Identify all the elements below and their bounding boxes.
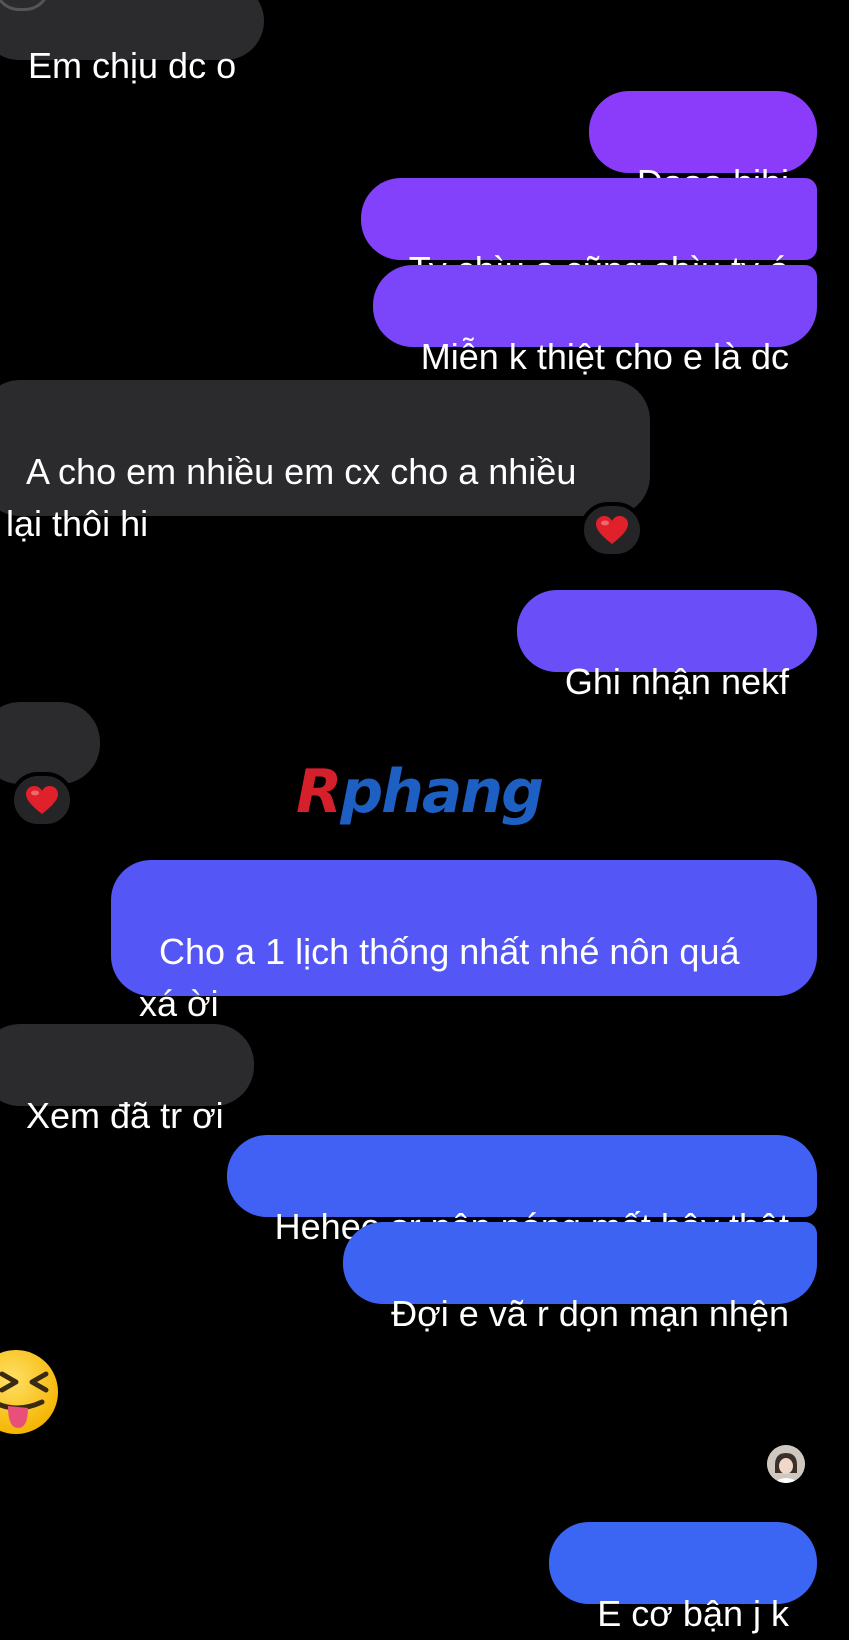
message-text: Xem đã tr ơi [26, 1095, 224, 1136]
reaction-badge[interactable] [580, 502, 644, 558]
message-sent[interactable]: Dạaa hihi [588, 91, 817, 203]
message-sent[interactable]: Ty chìu a cũng chìu ty á [360, 178, 817, 290]
message-received[interactable]: Xem đã tr ơi [0, 1024, 254, 1136]
watermark-logo: Rphang [296, 762, 544, 822]
message-text: Miễn k thiệt cho e là dc [420, 336, 789, 377]
message-received[interactable]: Em chịu dc o [0, 0, 265, 86]
heart-icon [596, 516, 628, 544]
message-text: A cho em nhiều em cx cho a nhiều lại thô… [6, 451, 577, 544]
message-sent[interactable]: Miễn k thiệt cho e là dc [372, 265, 817, 377]
message-text: E cơ bận j k [597, 1593, 789, 1634]
message-sent[interactable]: Ghi nhận nekf [516, 590, 817, 702]
heart-icon [26, 786, 58, 814]
message-received[interactable]: A cho em nhiều em cx cho a nhiều lại thô… [0, 380, 650, 544]
message-sent[interactable]: Đợi e vã r dọn mạn nhện [343, 1222, 817, 1334]
message-sent[interactable]: Hehee sr nôn nóng mất hây thật [226, 1135, 817, 1247]
message-sent[interactable]: E cơ bận j k [549, 1522, 817, 1634]
message-text: Cho a 1 lịch thống nhất nhé nôn quá xá ờ… [139, 931, 740, 1024]
squinting-tongue-emoji[interactable] [0, 1348, 60, 1436]
message-text: Em chịu dc o [28, 45, 237, 86]
reaction-badge[interactable] [10, 772, 74, 828]
message-sent[interactable]: Cho a 1 lịch thống nhất nhé nôn quá xá ờ… [111, 860, 817, 1024]
message-text: Đợi e vã r dọn mạn nhện [391, 1293, 789, 1334]
watermark-letter: R [296, 757, 342, 827]
watermark-text: phang [340, 757, 544, 827]
message-text: Ghi nhận nekf [564, 661, 789, 702]
avatar-icon [767, 1445, 805, 1483]
